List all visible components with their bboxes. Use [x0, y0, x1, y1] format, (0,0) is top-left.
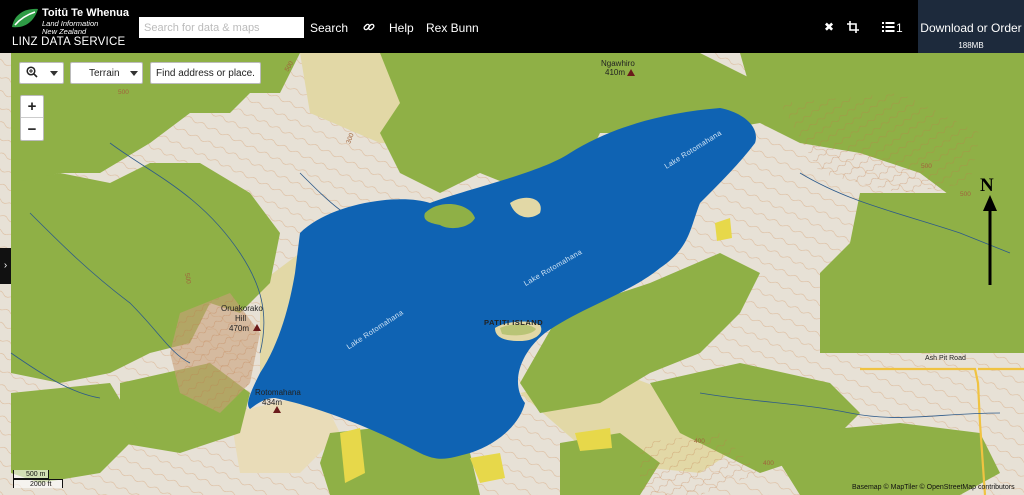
link-icon[interactable]: [363, 21, 375, 33]
contour-label: 500: [118, 89, 129, 96]
chevron-down-icon: [50, 71, 58, 76]
download-or-order-button[interactable]: Download or Order 188MB: [918, 0, 1024, 53]
top-header: Toitū Te Whenua Land Information New Zea…: [0, 0, 1024, 53]
linz-logo[interactable]: Toitū Te Whenua Land Information New Zea…: [10, 5, 129, 49]
north-arrow-label: N: [980, 175, 994, 196]
user-menu[interactable]: Rex Bunn: [426, 21, 479, 35]
download-size: 188MB: [958, 41, 984, 50]
logo-title: Toitū Te Whenua: [42, 7, 129, 19]
zoom-search-icon: [26, 66, 38, 81]
logo-subtitle-2: New Zealand: [42, 27, 87, 36]
zoom-out-button[interactable]: −: [21, 119, 43, 141]
zoom-tool-dropdown[interactable]: [19, 62, 64, 84]
map-canvas[interactable]: › Terrain Find address or place. + − Nga…: [0, 53, 1024, 495]
contour-label: 500: [960, 191, 971, 198]
peak-rotomahana-name: Rotomahana: [255, 388, 301, 397]
scale-bar: 500 m 2000 ft: [13, 470, 65, 490]
close-icon[interactable]: ✖: [824, 20, 834, 34]
help-link[interactable]: Help: [389, 21, 414, 35]
contour-label: 400: [694, 438, 705, 445]
scale-imperial: 2000 ft: [13, 479, 63, 488]
toitu-logo-icon: [12, 8, 38, 28]
peak-ngawhiro-name: Ngawhiro: [601, 59, 635, 68]
terrain-basemap: [0, 53, 1024, 495]
peak-oruakorako-name2: Hill: [235, 314, 247, 323]
zoom-controls: + −: [20, 95, 44, 141]
map-attribution[interactable]: Basemap © MapTiler © OpenStreetMap contr…: [852, 484, 1015, 491]
cart-count: 1: [896, 21, 903, 35]
peak-marker-icon: [627, 69, 635, 76]
contour-label: 500: [921, 163, 932, 170]
island-label: PATITI ISLAND: [484, 318, 544, 327]
search-button[interactable]: Search: [310, 21, 348, 35]
app-window: Toitū Te Whenua Land Information New Zea…: [0, 0, 1024, 495]
contour-label: 400: [763, 460, 774, 467]
address-search-input[interactable]: Find address or place.: [150, 62, 261, 84]
download-label: Download or Order: [920, 21, 1022, 35]
peak-oruakorako-name: Oruakorako: [221, 304, 263, 313]
scale-metric: 500 m: [13, 470, 49, 479]
basemap-selected: Terrain: [89, 68, 120, 79]
crop-icon[interactable]: [847, 21, 859, 33]
peak-ngawhiro-height: 410m: [605, 68, 626, 77]
service-name: LINZ DATA SERVICE: [12, 36, 126, 48]
chevron-right-icon[interactable]: ›: [0, 248, 11, 284]
road-label: Ash Pit Road: [925, 355, 966, 362]
list-icon[interactable]: [882, 22, 895, 32]
search-input[interactable]: [139, 17, 304, 38]
chevron-down-icon: [130, 71, 138, 76]
peak-marker-icon: [273, 406, 281, 413]
basemap-select[interactable]: Terrain: [70, 62, 143, 84]
zoom-in-button[interactable]: +: [21, 96, 43, 118]
peak-oruakorako-height: 470m: [229, 324, 250, 333]
peak-marker-icon: [253, 324, 261, 331]
